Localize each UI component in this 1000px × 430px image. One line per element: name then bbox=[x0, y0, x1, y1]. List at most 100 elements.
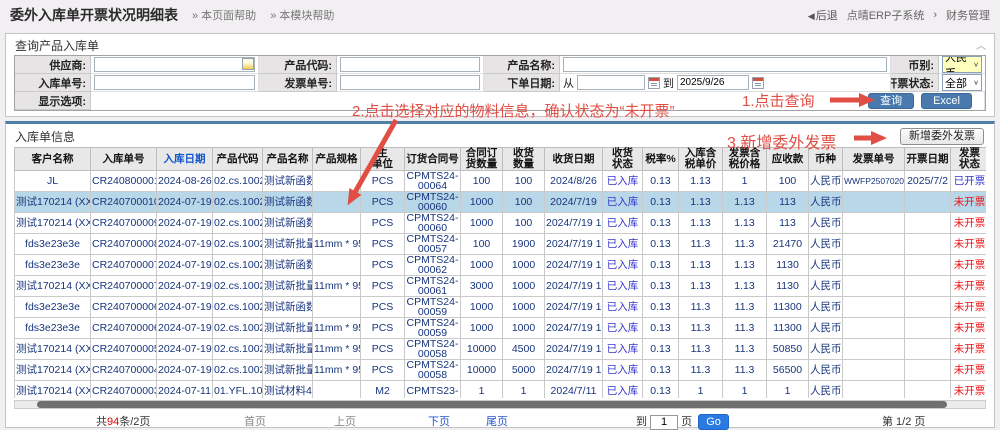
cell-4: 测试材料4160 bbox=[263, 381, 313, 399]
cell-2: 2024-07-19 bbox=[157, 339, 213, 360]
pagination-total: 共94条/2页 bbox=[96, 413, 150, 429]
table-row[interactable]: 测试170214 (XX)CR2407000032024-07-1101.YFL… bbox=[15, 381, 987, 399]
invoice-no-input[interactable] bbox=[340, 75, 480, 90]
topbar: 委外入库单开票状况明细表 » 本页面帮助 » 本模块帮助 ◀后退 点晴ERP子系… bbox=[0, 0, 1000, 30]
breadcrumb-module[interactable]: 财务管理 bbox=[946, 7, 990, 23]
next-page-link[interactable]: 下页 bbox=[428, 413, 450, 429]
cell-12: 0.13 bbox=[643, 339, 679, 360]
cell-17 bbox=[843, 255, 905, 276]
cell-2: 2024-07-19 bbox=[157, 360, 213, 381]
cell-19: 未开票 bbox=[951, 297, 987, 318]
cell-4: 测试新批量领 bbox=[263, 318, 313, 339]
add-outsourcing-invoice-button[interactable]: 新增委外发票 bbox=[900, 128, 984, 145]
cell-15: 11300 bbox=[767, 297, 809, 318]
table-row[interactable]: 测试170214 (XX)CR2407000052024-07-1902.cs.… bbox=[15, 339, 987, 360]
cell-8: 100 bbox=[461, 171, 503, 192]
cell-5 bbox=[313, 192, 361, 213]
supplier-input[interactable] bbox=[94, 57, 255, 72]
table-row[interactable]: fds3e23e3eCR2407000082024-07-1902.cs.100… bbox=[15, 234, 987, 255]
currency-select[interactable]: 人民币∨ bbox=[942, 56, 982, 73]
column-header-7: 订货合同号 bbox=[405, 148, 461, 171]
cell-11: 已入库 bbox=[603, 192, 643, 213]
cell-14: 1.13 bbox=[723, 255, 767, 276]
table-row[interactable]: 测试170214 (XX)CR2407000102024-07-1902.cs.… bbox=[15, 192, 987, 213]
page-number-input[interactable] bbox=[650, 415, 678, 430]
cell-10: 2024/8/26 bbox=[545, 171, 603, 192]
back-button[interactable]: ◀后退 bbox=[808, 7, 838, 23]
prev-page-link[interactable]: 上页 bbox=[334, 413, 356, 429]
table-row[interactable]: 测试170214 (XX)CR2407000072024-07-1902.cs.… bbox=[15, 276, 987, 297]
cell-17 bbox=[843, 318, 905, 339]
calendar-icon[interactable] bbox=[648, 77, 660, 89]
column-header-12: 税率% bbox=[643, 148, 679, 171]
cell-16: 人民币 bbox=[809, 276, 843, 297]
cell-3: 02.cs.100246 bbox=[213, 234, 263, 255]
cell-16: 人民币 bbox=[809, 255, 843, 276]
cell-12: 0.13 bbox=[643, 318, 679, 339]
receipt-no-label: 入库单号: bbox=[15, 74, 91, 92]
cell-18 bbox=[905, 297, 951, 318]
cell-2: 2024-07-19 bbox=[157, 234, 213, 255]
go-button[interactable]: Go bbox=[698, 414, 729, 430]
product-code-label: 产品代码: bbox=[259, 56, 337, 74]
cell-8: 1000 bbox=[461, 297, 503, 318]
horizontal-scrollbar[interactable] bbox=[14, 400, 986, 409]
column-header-2[interactable]: 入库日期 bbox=[157, 148, 213, 171]
query-panel-title: 查询产品入库单 bbox=[6, 34, 994, 54]
breadcrumb-system[interactable]: 点晴ERP子系统 bbox=[847, 7, 925, 23]
column-header-10: 收货日期 bbox=[545, 148, 603, 171]
cell-0: 测试170214 (XX) bbox=[15, 339, 91, 360]
cell-12: 0.13 bbox=[643, 360, 679, 381]
page-info: 第 1/2 页 bbox=[882, 413, 925, 429]
column-header-3: 产品代码 bbox=[213, 148, 263, 171]
date-to-input[interactable] bbox=[677, 75, 749, 90]
supplier-picker-icon[interactable] bbox=[242, 58, 254, 70]
receipt-no-input[interactable] bbox=[94, 75, 255, 90]
module-help-link[interactable]: » 本模块帮助 bbox=[270, 7, 334, 23]
invoice-status-select[interactable]: 全部∨ bbox=[942, 74, 982, 91]
cell-4: 测试新批量领 bbox=[263, 276, 313, 297]
cell-12: 0.13 bbox=[643, 192, 679, 213]
cell-9: 1 bbox=[503, 381, 545, 399]
product-code-input[interactable] bbox=[340, 57, 480, 72]
cell-14: 1 bbox=[723, 381, 767, 399]
cell-3: 01.YFL.10000 bbox=[213, 381, 263, 399]
product-name-input[interactable] bbox=[563, 57, 887, 72]
cell-15: 1130 bbox=[767, 255, 809, 276]
cell-9: 1000 bbox=[503, 255, 545, 276]
calendar-icon[interactable] bbox=[752, 77, 764, 89]
cell-0: JL bbox=[15, 171, 91, 192]
first-page-link[interactable]: 首页 bbox=[244, 413, 266, 429]
total-count: 94 bbox=[107, 416, 119, 428]
date-from-input[interactable] bbox=[577, 75, 645, 90]
table-row[interactable]: fds3e23e3eCR2407000062024-07-1902.cs.100… bbox=[15, 297, 987, 318]
last-page-link[interactable]: 尾页 bbox=[486, 413, 508, 429]
cell-17 bbox=[843, 297, 905, 318]
column-header-19: 发票 状态 bbox=[951, 148, 987, 171]
cell-19: 未开票 bbox=[951, 339, 987, 360]
cell-11: 已入库 bbox=[603, 381, 643, 399]
table-row[interactable]: 测试170214 (XX)CR2407000092024-07-1902.cs.… bbox=[15, 213, 987, 234]
cell-14: 11.3 bbox=[723, 360, 767, 381]
table-row[interactable]: fds3e23e3eCR2407000072024-07-1902.cs.100… bbox=[15, 255, 987, 276]
scrollbar-thumb[interactable] bbox=[37, 401, 947, 408]
table-wrap: 客户名称入库单号入库日期产品代码产品名称产品规格主 单位订货合同号合同订 货数量… bbox=[14, 147, 986, 398]
collapse-icon[interactable]: ︿ bbox=[976, 37, 986, 52]
cell-5 bbox=[313, 381, 361, 399]
cell-8: 10000 bbox=[461, 339, 503, 360]
cell-16: 人民币 bbox=[809, 192, 843, 213]
query-button[interactable]: 查询 bbox=[868, 93, 914, 109]
breadcrumb-separator: › bbox=[933, 9, 937, 21]
table-row[interactable]: fds3e23e3eCR2407000062024-07-1902.cs.100… bbox=[15, 318, 987, 339]
table-row[interactable]: JLCR2408000012024-08-2602.cs.100241测试新函数… bbox=[15, 171, 987, 192]
cell-9: 1000 bbox=[503, 318, 545, 339]
cell-13: 1.13 bbox=[679, 255, 723, 276]
cell-6: PCS bbox=[361, 171, 405, 192]
cell-10: 2024/7/11 bbox=[545, 381, 603, 399]
cell-0: 测试170214 (XX) bbox=[15, 360, 91, 381]
cell-1: CR240700004 bbox=[91, 360, 157, 381]
cell-6: PCS bbox=[361, 213, 405, 234]
excel-button[interactable]: Excel bbox=[921, 93, 972, 109]
table-row[interactable]: 测试170214 (XX)CR2407000042024-07-1902.cs.… bbox=[15, 360, 987, 381]
page-help-link[interactable]: » 本页面帮助 bbox=[192, 7, 256, 23]
